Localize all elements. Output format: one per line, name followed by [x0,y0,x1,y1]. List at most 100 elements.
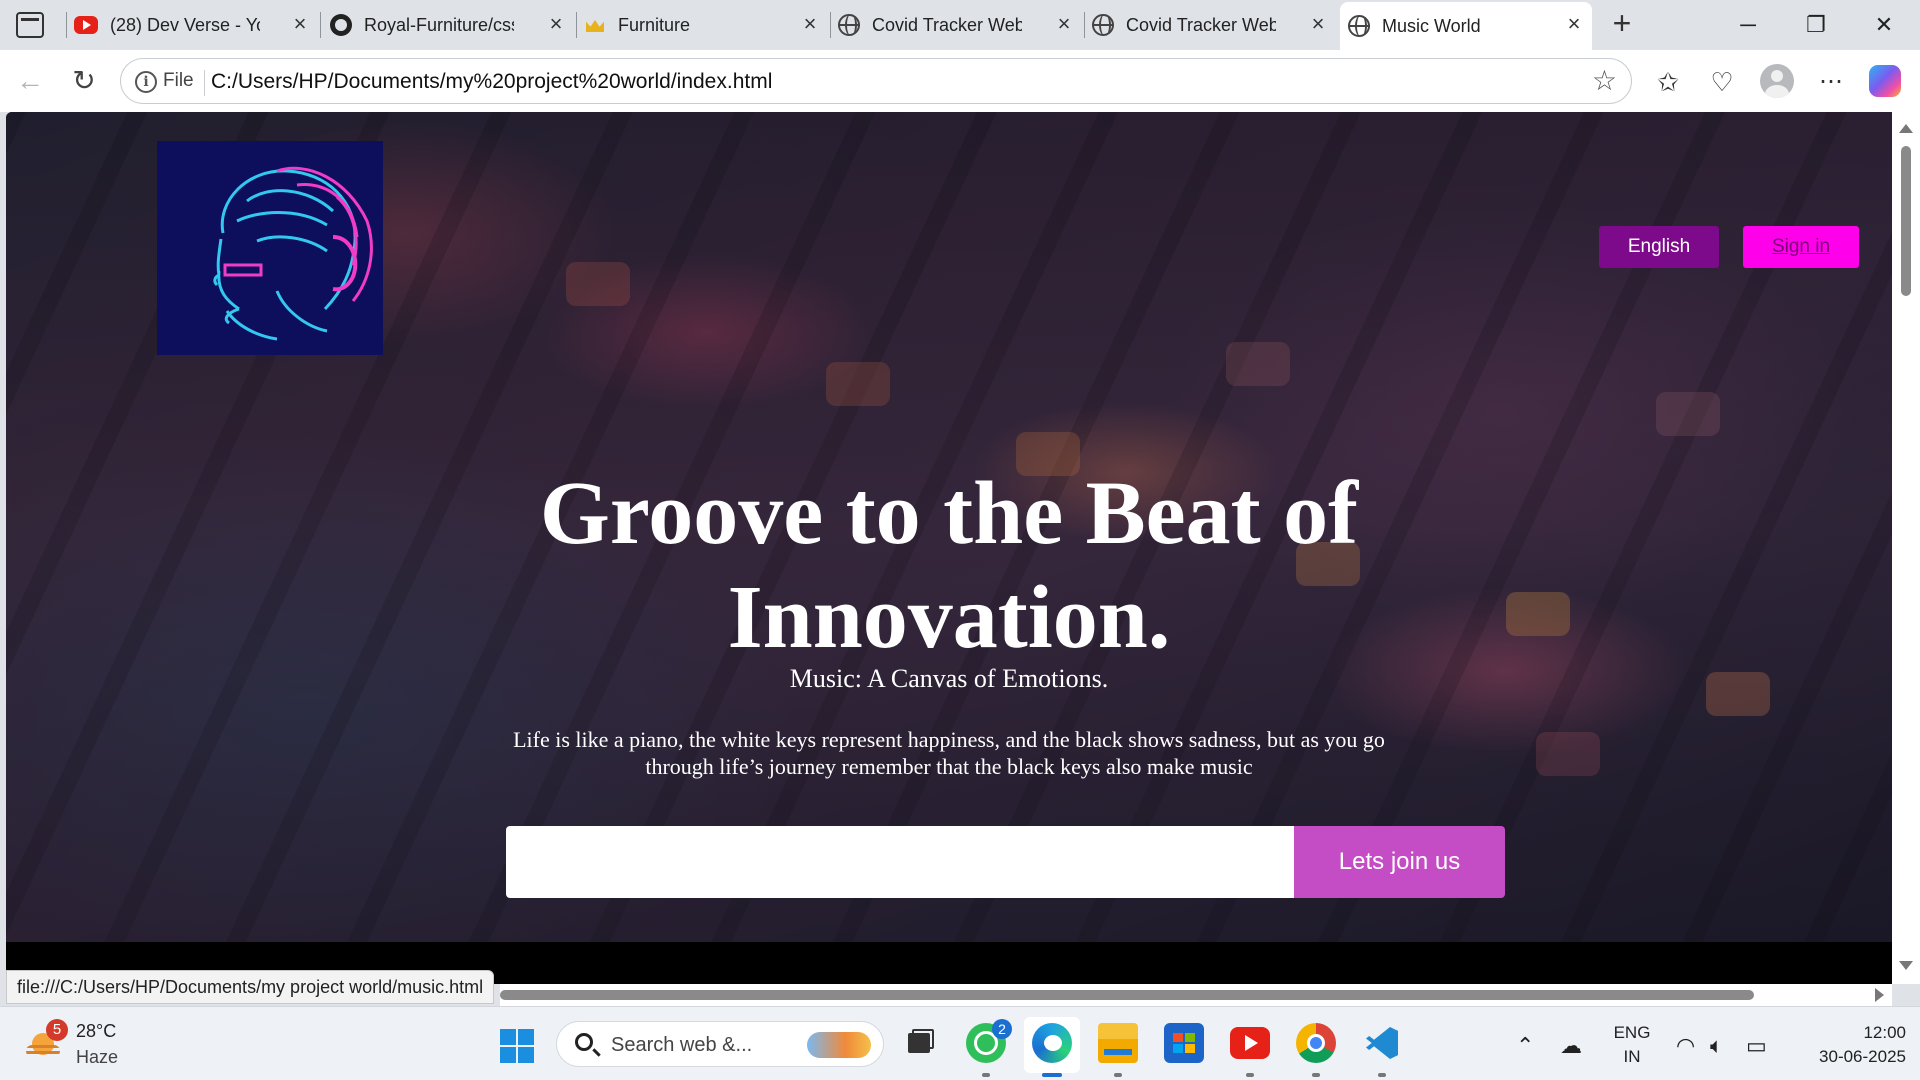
weather-condition[interactable]: Haze [76,1047,118,1068]
running-indicator [1042,1073,1062,1077]
headphone-silhouette-icon [213,166,373,341]
running-indicator [1378,1073,1386,1077]
address-bar[interactable]: i File C:/Users/HP/Documents/my%20projec… [120,58,1632,104]
volume-icon[interactable]: 🔈︎ [1710,1033,1723,1059]
tab-music-world[interactable]: Music World × [1340,2,1592,50]
tab-separator [1084,12,1085,38]
tab-separator [830,12,831,38]
tab-covid-tracker-1[interactable]: Covid Tracker Website × [838,6,1082,44]
email-input[interactable] [506,826,1294,898]
close-window-icon[interactable]: ✕ [1864,8,1904,42]
running-indicator [1114,1073,1122,1077]
signin-button[interactable]: Sign in [1743,226,1859,268]
task-view-icon[interactable] [900,1023,940,1063]
weather-temperature[interactable]: 28°C [76,1021,116,1042]
copilot-icon[interactable] [1869,65,1901,97]
clock-time[interactable]: 12:00 [1786,1023,1906,1043]
edge-icon[interactable] [1032,1023,1072,1063]
windows-taskbar: 5 28°C Haze Search web &... 2 ⌃ ☁ ENG IN… [0,1006,1920,1080]
tab-title: (28) Dev Verse - YouTube [110,14,260,35]
link-status-bar: file:///C:/Users/HP/Documents/my project… [6,970,495,1004]
tab-separator [576,12,577,38]
language-button[interactable]: English [1599,226,1719,268]
globe-icon [1348,15,1370,37]
tab-youtube[interactable]: (28) Dev Verse - YouTube × [74,6,318,44]
file-explorer-icon[interactable] [1098,1023,1138,1063]
file-scheme-label[interactable]: File [163,70,205,96]
github-icon [330,14,352,36]
vertical-scrollbar[interactable] [1892,112,1920,984]
onedrive-cloud-icon[interactable]: ☁ [1560,1033,1582,1059]
tab-title: Furniture [618,14,691,35]
hero-title-line2: Innovation. [727,568,1171,667]
youtube-icon [74,16,98,34]
show-hidden-icons-chevron-icon[interactable]: ⌃ [1516,1033,1534,1059]
hero-title-line1: Groove to the Beat of [539,464,1359,563]
search-icon [575,1033,593,1051]
tab-title: Royal-Furniture/css/style [364,14,514,35]
profile-avatar-icon[interactable] [1760,64,1794,98]
battery-icon[interactable]: ▭ [1746,1033,1767,1059]
address-url[interactable]: C:/Users/HP/Documents/my%20project%20wor… [211,70,772,94]
page-viewport: English Sign in Groove to the Beat of In… [6,112,1892,984]
vscode-icon[interactable] [1362,1023,1402,1063]
input-language-line2[interactable]: IN [1610,1047,1654,1067]
hero-quote: Life is like a piano, the white keys rep… [513,727,1385,779]
favorite-star-icon[interactable]: ☆ [1592,67,1617,95]
info-icon[interactable]: i [135,71,157,93]
music-world-logo[interactable] [157,141,383,355]
microsoft-store-icon[interactable] [1164,1023,1204,1063]
scroll-down-arrow-icon[interactable] [1899,961,1913,970]
crown-icon [584,14,606,36]
tab-title: Music World [1382,15,1481,36]
close-tab-icon[interactable]: × [798,12,822,36]
reload-icon[interactable]: ↻ [66,64,102,100]
windows-start-icon[interactable] [500,1029,534,1063]
tab-actions-menu-icon[interactable] [16,12,44,38]
tab-title: Covid Tracker Website [872,14,1022,35]
weather-notification-badge: 5 [46,1019,68,1041]
globe-icon [1092,14,1114,36]
join-button[interactable]: Lets join us [1294,826,1505,898]
browser-toolbar: ← ↻ i File C:/Users/HP/Documents/my%20pr… [0,50,1920,112]
minimize-icon[interactable]: ─ [1728,8,1768,42]
scroll-up-arrow-icon[interactable] [1899,124,1913,133]
close-tab-icon[interactable]: × [1306,12,1330,36]
tab-furniture[interactable]: Furniture × [584,6,828,44]
whatsapp-badge: 2 [992,1019,1012,1039]
tab-separator [66,12,67,38]
horizontal-scroll-thumb[interactable] [500,990,1754,1000]
hero-subtitle: Music: A Canvas of Emotions. [789,664,1109,693]
more-options-icon[interactable]: ⋯ [1813,64,1849,100]
close-tab-icon[interactable]: × [1052,12,1076,36]
close-tab-icon[interactable]: × [288,12,312,36]
youtube-icon[interactable] [1230,1027,1270,1059]
favorites-icon[interactable]: ✩ [1650,64,1686,100]
running-indicator [1312,1073,1320,1077]
hero-section: English Sign in Groove to the Beat of In… [6,112,1892,942]
browser-essentials-heart-icon[interactable]: ♡ [1704,64,1740,100]
close-tab-icon[interactable]: × [544,12,568,36]
chrome-icon[interactable] [1296,1023,1336,1063]
browser-tab-strip: (28) Dev Verse - YouTube × Royal-Furnitu… [0,0,1920,50]
running-indicator [1246,1073,1254,1077]
close-tab-icon[interactable]: × [1562,12,1586,36]
restore-icon[interactable]: ❐ [1796,8,1836,42]
tab-title: Covid Tracker Website [1126,14,1276,35]
tab-covid-tracker-2[interactable]: Covid Tracker Website × [1092,6,1336,44]
tab-separator [320,12,321,38]
scroll-right-arrow-icon[interactable] [1875,988,1884,1002]
running-indicator [982,1073,990,1077]
vertical-scroll-thumb[interactable] [1901,146,1911,296]
wifi-icon[interactable]: ◠ [1676,1033,1695,1059]
hero-title: Groove to the Beat of Innovation. [449,462,1449,670]
clock-date[interactable]: 30-06-2025 [1786,1047,1906,1067]
input-language-line1[interactable]: ENG [1610,1023,1654,1043]
taskbar-search-label: Search web &... [611,1034,753,1056]
taskbar-search[interactable]: Search web &... [556,1021,884,1067]
tab-github[interactable]: Royal-Furniture/css/style × [330,6,574,44]
new-tab-plus-icon[interactable]: + [1604,6,1640,42]
search-highlight-icon [807,1032,871,1058]
horizontal-scrollbar[interactable] [500,984,1892,1006]
back-arrow-icon[interactable]: ← [12,64,48,100]
